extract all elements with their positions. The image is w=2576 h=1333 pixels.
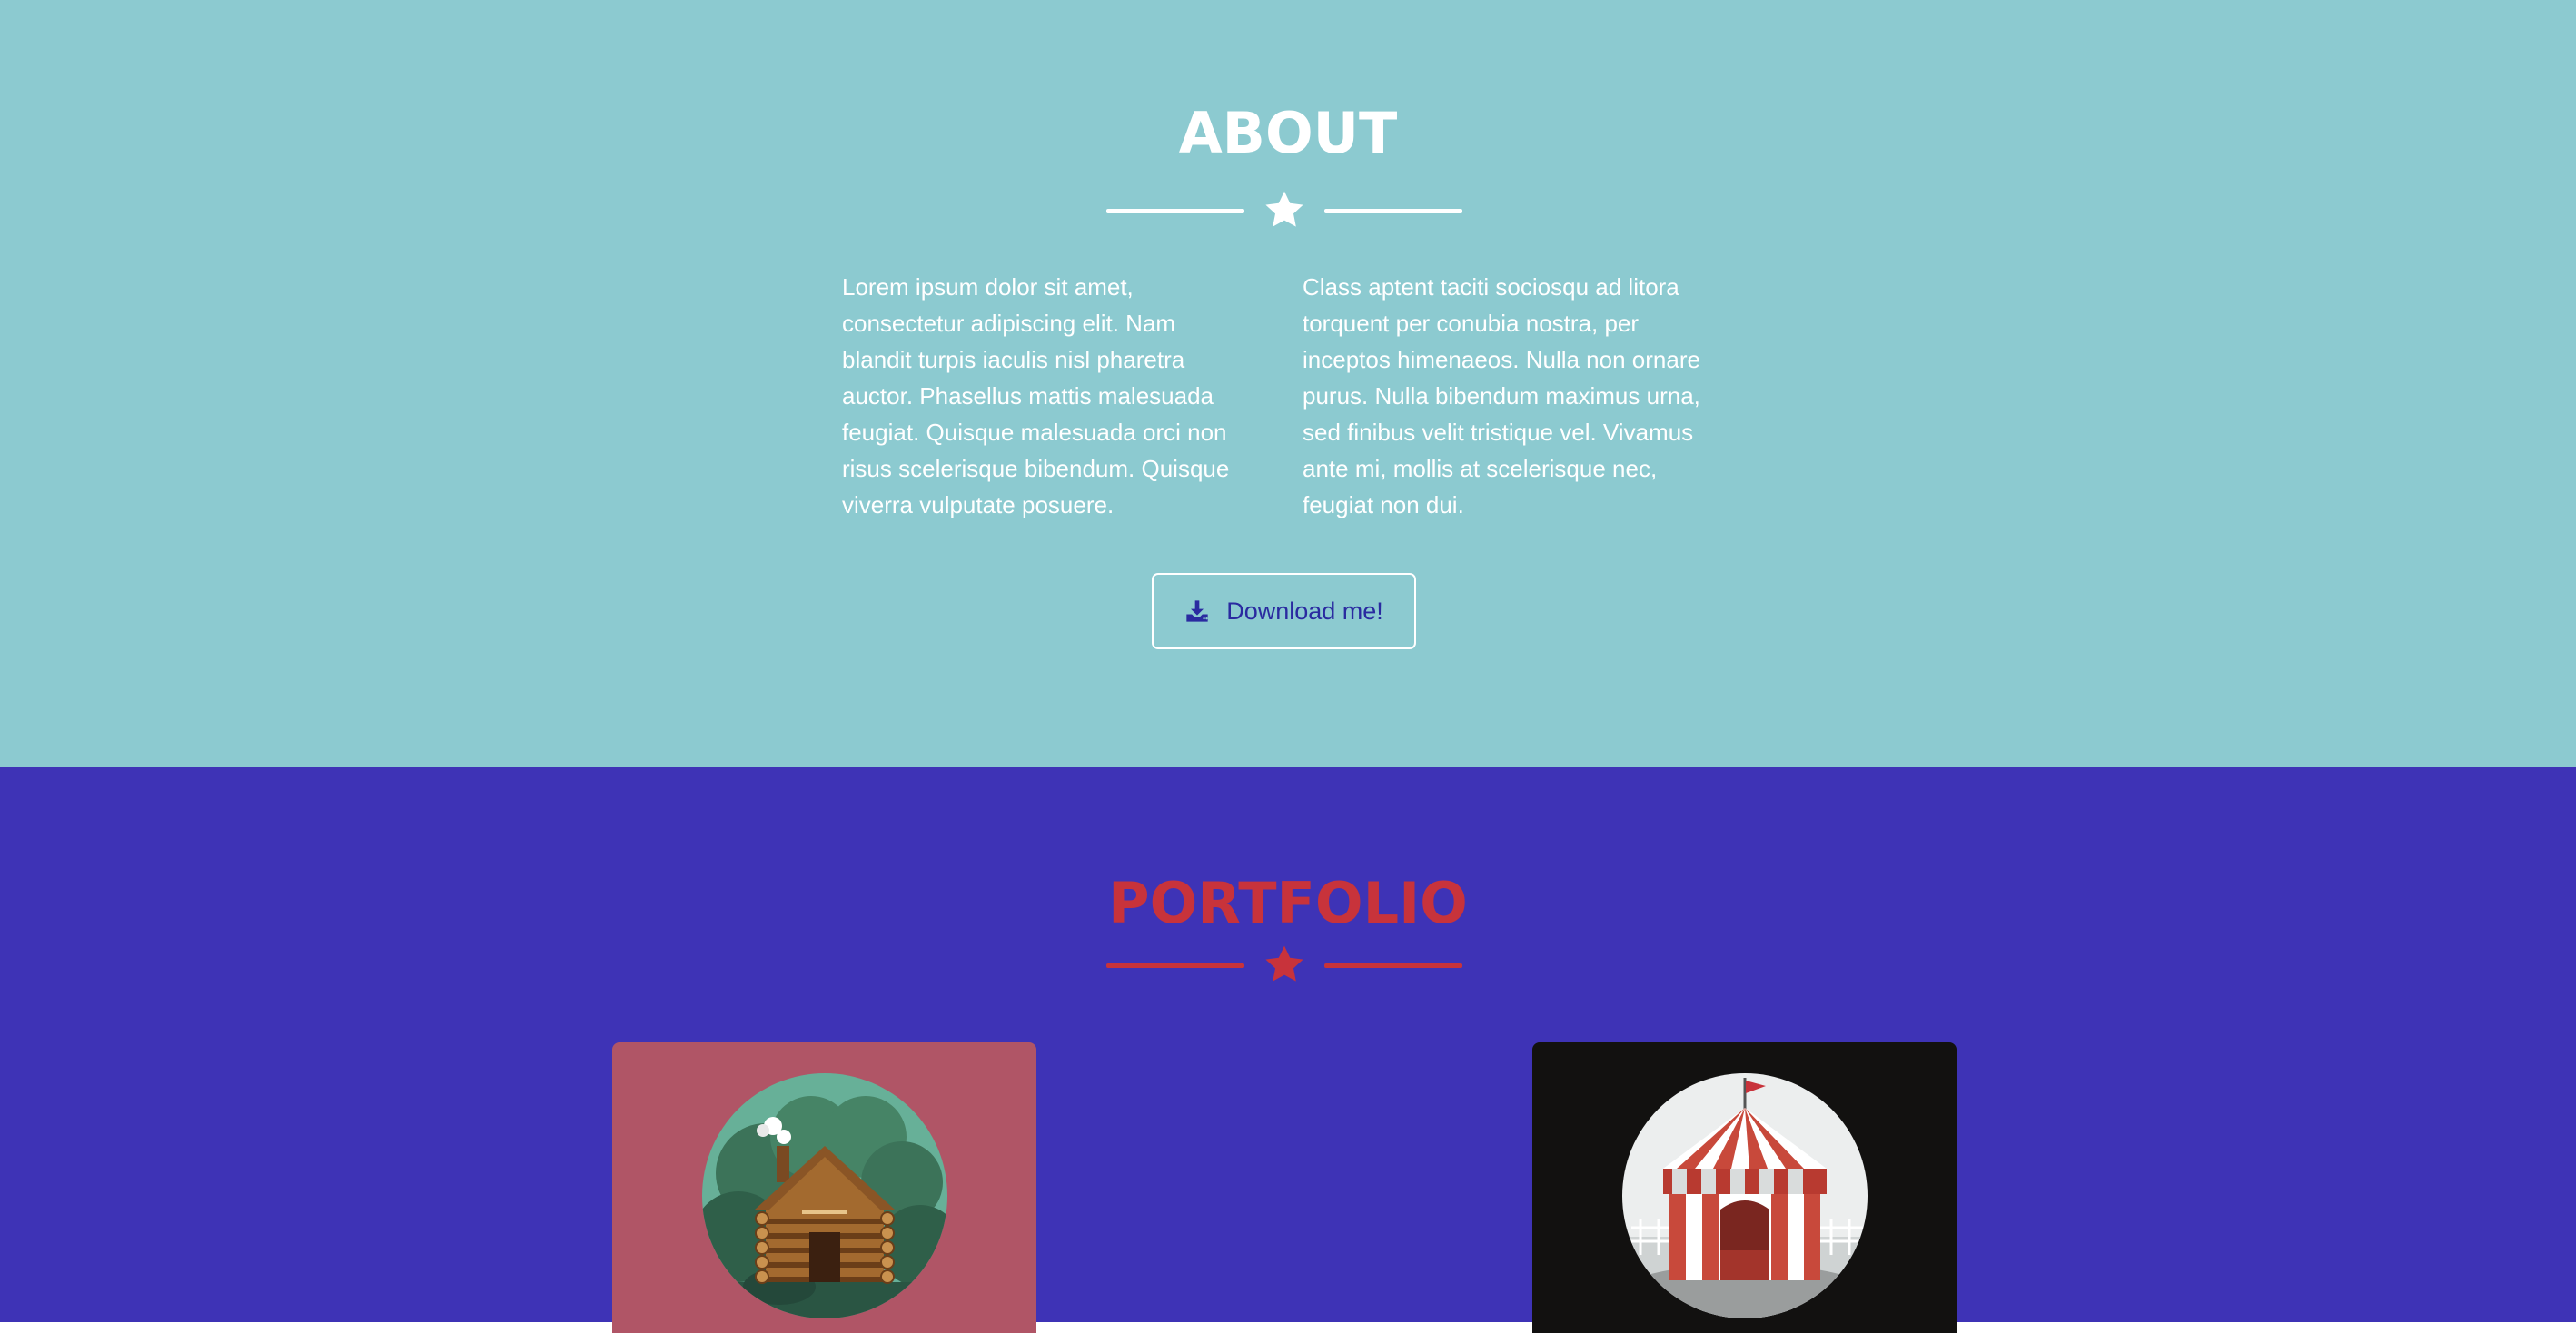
divider-line-right	[1324, 963, 1462, 968]
about-title: ABOUT	[1178, 100, 1398, 166]
divider-line-left	[1106, 963, 1244, 968]
download-button-label: Download me!	[1226, 597, 1383, 625]
about-divider	[1106, 188, 1462, 235]
download-icon	[1186, 600, 1208, 622]
portfolio-title: PORTFOLIO	[1108, 870, 1468, 936]
divider-line-left	[1106, 209, 1244, 213]
star-icon	[1265, 191, 1303, 227]
portfolio-item-circus[interactable]	[1532, 1042, 1957, 1333]
about-paragraph-left: Lorem ipsum dolor sit amet, consectetur …	[842, 273, 1230, 518]
about-section: ABOUT Lorem ipsum dolor sit amet, consec…	[0, 0, 2576, 767]
divider-line-right	[1324, 209, 1462, 213]
about-paragraph-right: Class aptent taciti sociosqu ad litora t…	[1303, 273, 1700, 518]
portfolio-divider	[1106, 943, 1462, 990]
log-cabin-icon	[702, 1073, 947, 1318]
portfolio-item-cabin[interactable]	[612, 1042, 1036, 1333]
portfolio-section: PORTFOLIO	[0, 767, 2576, 1333]
star-icon	[1265, 945, 1303, 982]
download-button[interactable]: Download me!	[1152, 573, 1416, 649]
circus-tent-icon	[1622, 1073, 1868, 1318]
